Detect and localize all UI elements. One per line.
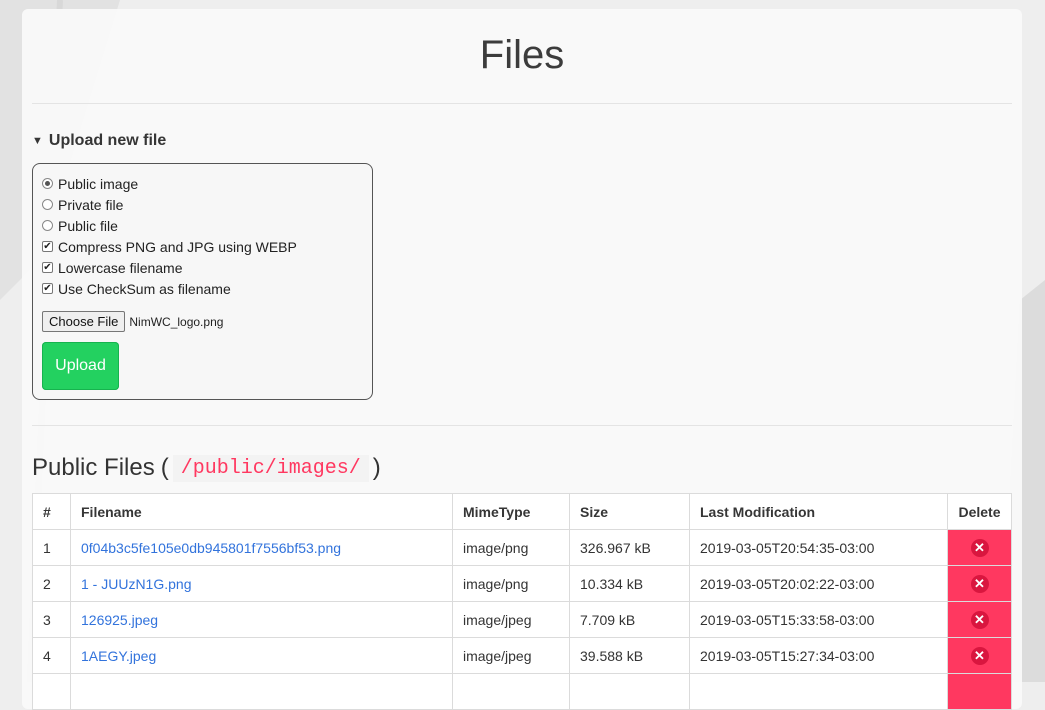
row-modified: 2019-03-05T15:33:58-03:00: [689, 601, 948, 638]
checkbox-lowercase[interactable]: ✔: [42, 262, 53, 273]
public-files-title: Public Files: [32, 454, 155, 481]
file-input[interactable]: Choose File NimWC_logo.png: [42, 311, 223, 332]
row-size: 326.967 kB: [569, 529, 690, 566]
table-row: 4 1AEGY.jpeg image/jpeg 39.588 kB 2019-0…: [32, 637, 1012, 674]
table-row: 1 0f04b3c5fe105e0db945801f7556bf53.png i…: [32, 529, 1012, 566]
option-label: Use CheckSum as filename: [58, 280, 231, 297]
choose-file-button[interactable]: Choose File: [42, 311, 126, 332]
col-filename: Filename: [70, 493, 453, 530]
radio-private-file[interactable]: [42, 199, 53, 210]
radio-public-file[interactable]: [42, 220, 53, 231]
row-size: 10.334 kB: [569, 565, 690, 602]
col-mimetype: MimeType: [452, 493, 570, 530]
row-mimetype: image/png: [452, 565, 570, 602]
col-delete: Delete: [947, 493, 1012, 530]
main-card: Files ▼ Upload new file Public image Pri…: [22, 9, 1022, 710]
delete-icon[interactable]: ✕: [970, 538, 989, 557]
row-modified: 2019-03-05T20:54:35-03:00: [689, 529, 948, 566]
delete-icon[interactable]: ✕: [970, 574, 989, 593]
option-label: Compress PNG and JPG using WEBP: [58, 238, 297, 255]
checkbox-checksum[interactable]: ✔: [42, 283, 53, 294]
radio-public-image[interactable]: [42, 178, 53, 189]
delete-icon[interactable]: ✕: [970, 610, 989, 629]
option-label: Private file: [58, 196, 124, 213]
col-size: Size: [569, 493, 690, 530]
filename-link[interactable]: 126925.jpeg: [70, 601, 453, 638]
page-title: Files: [479, 33, 565, 77]
delete-cell[interactable]: ✕: [947, 637, 1012, 674]
table-row: 2 1 - JUUzN1G.png image/png 10.334 kB 20…: [32, 565, 1012, 602]
upload-summary[interactable]: ▼ Upload new file: [32, 132, 166, 150]
divider: [32, 103, 1012, 104]
col-number: #: [32, 493, 71, 530]
row-number: 3: [32, 601, 71, 638]
option-compress-webp[interactable]: ✔ Compress PNG and JPG using WEBP: [42, 236, 297, 257]
delete-cell[interactable]: ✕: [947, 565, 1012, 602]
delete-icon[interactable]: ✕: [970, 646, 989, 665]
delete-cell[interactable]: ✕: [947, 529, 1012, 566]
table-row-partial: [32, 673, 1012, 710]
row-modified: 2019-03-05T15:27:34-03:00: [689, 637, 948, 674]
col-last-modification: Last Modification: [689, 493, 948, 530]
filename-link[interactable]: 0f04b3c5fe105e0db945801f7556bf53.png: [70, 529, 453, 566]
table-row: 3 126925.jpeg image/jpeg 7.709 kB 2019-0…: [32, 601, 1012, 638]
triangle-down-icon: ▼: [32, 135, 43, 147]
option-label: Public file: [58, 217, 118, 234]
upload-summary-label: Upload new file: [48, 132, 167, 149]
option-lowercase[interactable]: ✔ Lowercase filename: [42, 257, 183, 278]
row-mimetype: image/jpeg: [452, 601, 570, 638]
row-number: 4: [32, 637, 71, 674]
option-public-file[interactable]: Public file: [42, 215, 118, 236]
checkbox-compress-webp[interactable]: ✔: [42, 241, 53, 252]
chosen-file-name: NimWC_logo.png: [129, 314, 224, 329]
public-files-heading: Public Files ( /public/images/ ): [32, 454, 381, 482]
row-size: 7.709 kB: [569, 601, 690, 638]
option-public-image[interactable]: Public image: [42, 173, 138, 194]
row-mimetype: image/png: [452, 529, 570, 566]
filename-link[interactable]: 1AEGY.jpeg: [70, 637, 453, 674]
files-table: # Filename MimeType Size Last Modificati…: [32, 493, 1012, 710]
option-checksum[interactable]: ✔ Use CheckSum as filename: [42, 278, 231, 299]
upload-button[interactable]: Upload: [42, 342, 119, 390]
row-number: 2: [32, 565, 71, 602]
delete-cell[interactable]: ✕: [947, 601, 1012, 638]
divider: [32, 425, 1012, 426]
row-size: 39.588 kB: [569, 637, 690, 674]
table-header-row: # Filename MimeType Size Last Modificati…: [32, 493, 1012, 530]
upload-form: Public image Private file Public file ✔ …: [32, 163, 373, 400]
option-label: Lowercase filename: [58, 259, 183, 276]
option-private-file[interactable]: Private file: [42, 194, 123, 215]
option-label: Public image: [58, 175, 139, 192]
filename-link[interactable]: 1 - JUUzN1G.png: [70, 565, 453, 602]
row-modified: 2019-03-05T20:02:22-03:00: [689, 565, 948, 602]
public-files-path: /public/images/: [172, 454, 369, 482]
row-mimetype: image/jpeg: [452, 637, 570, 674]
row-number: 1: [32, 529, 71, 566]
